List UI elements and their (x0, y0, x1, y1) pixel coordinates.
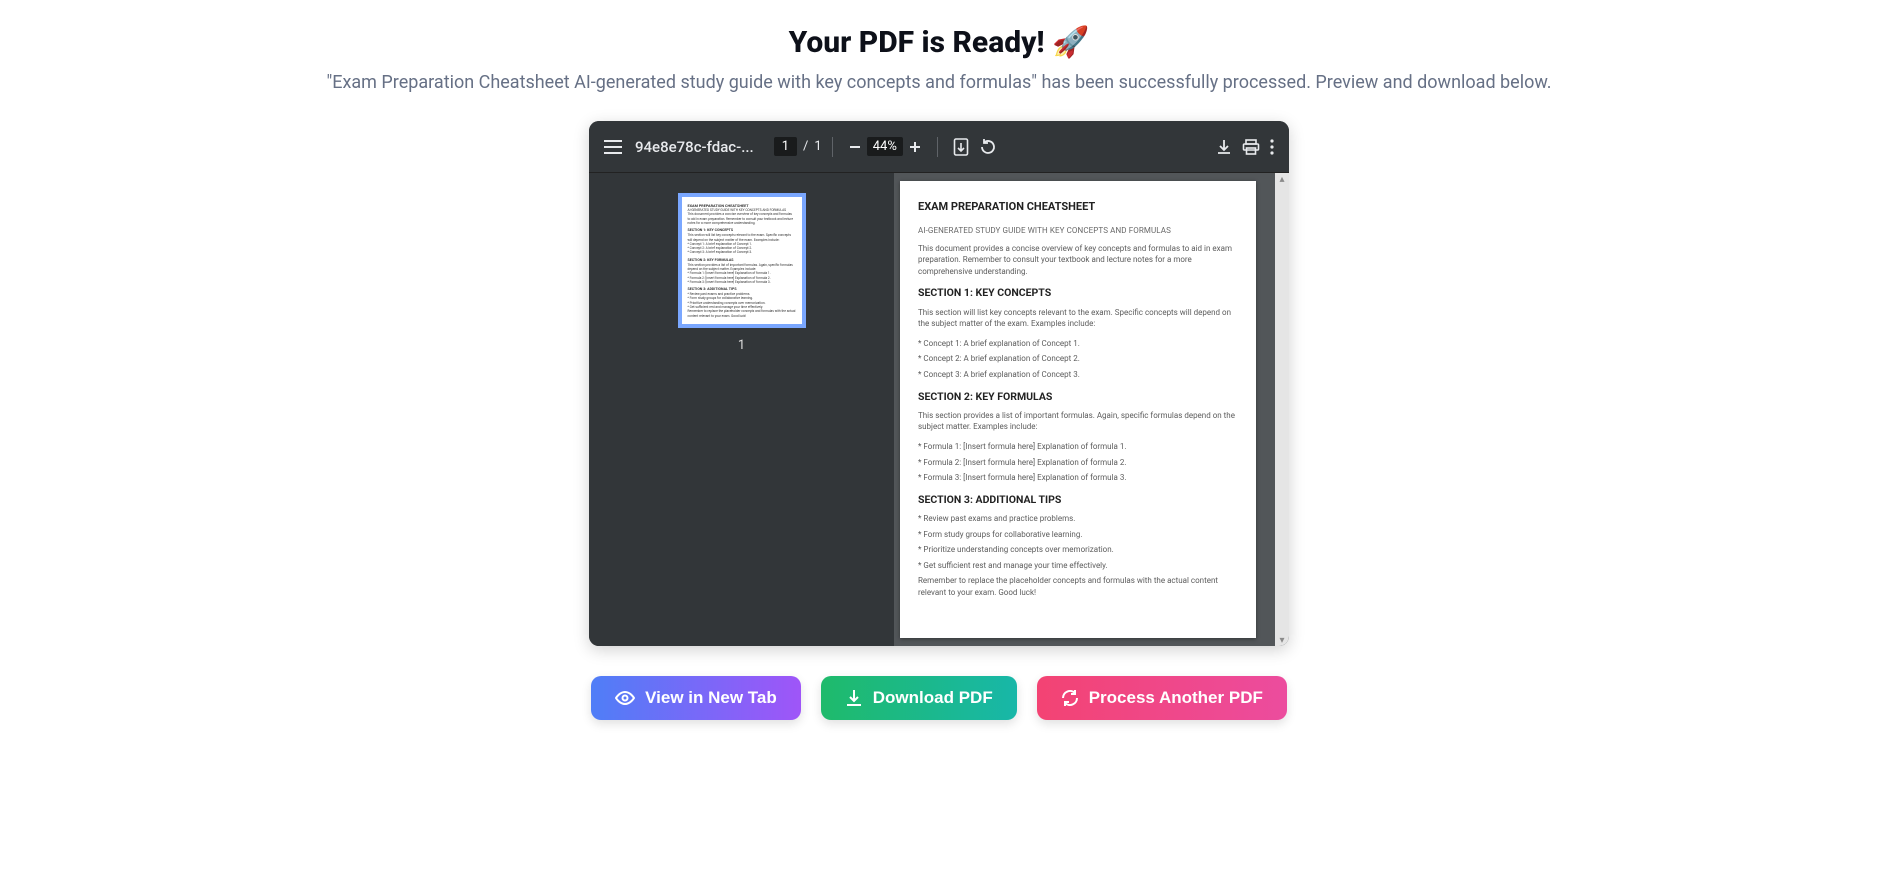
download-icon (845, 689, 863, 707)
toolbar-divider (937, 137, 938, 157)
page-subtitle: "Exam Preparation Cheatsheet AI-generate… (326, 72, 1551, 93)
fit-page-icon[interactable] (953, 138, 969, 156)
list-item: * Formula 2: [Insert formula here] Expla… (918, 457, 1238, 469)
page-title: Your PDF is Ready! 🚀 (789, 25, 1090, 60)
process-another-pdf-button[interactable]: Process Another PDF (1037, 676, 1287, 720)
print-icon[interactable] (1242, 139, 1260, 155)
scroll-down-icon[interactable]: ▾ (1277, 635, 1287, 645)
download-icon[interactable] (1216, 139, 1232, 155)
thumbnail-page-number: 1 (738, 338, 745, 353)
button-label: Process Another PDF (1089, 688, 1263, 708)
scrollbar[interactable]: ▴ ▾ (1275, 173, 1289, 646)
section-3-heading: SECTION 3: ADDITIONAL TIPS (918, 492, 1238, 507)
button-label: View in New Tab (645, 688, 777, 708)
eye-icon (615, 690, 635, 706)
doc-subtitle: AI-GENERATED STUDY GUIDE WITH KEY CONCEP… (918, 225, 1238, 237)
rotate-icon[interactable] (979, 138, 997, 156)
page-total: 1 (814, 139, 821, 154)
thumbnail-panel: EXAM PREPARATION CHEATSHEET AI-GENERATED… (589, 173, 894, 646)
list-item: * Review past exams and practice problem… (918, 513, 1238, 525)
list-item: * Form study groups for collaborative le… (918, 529, 1238, 541)
button-label: Download PDF (873, 688, 993, 708)
view-in-new-tab-button[interactable]: View in New Tab (591, 676, 801, 720)
menu-icon[interactable] (604, 140, 622, 154)
section-1-intro: This section will list key concepts rele… (918, 307, 1238, 330)
section-2-intro: This section provides a list of importan… (918, 410, 1238, 433)
section-1-heading: SECTION 1: KEY CONCEPTS (918, 285, 1238, 300)
zoom-level[interactable]: 44% (867, 137, 903, 156)
page-separator: / (803, 139, 808, 154)
refresh-icon (1061, 689, 1079, 707)
pdf-toolbar: 94e8e78c-fdac-... 1 / 1 44% (589, 121, 1289, 173)
toolbar-divider (832, 137, 833, 157)
pdf-filename: 94e8e78c-fdac-... (635, 138, 754, 156)
zoom-out-icon[interactable] (848, 140, 862, 154)
zoom-in-icon[interactable] (908, 140, 922, 154)
more-icon[interactable] (1270, 139, 1274, 155)
list-item: * Formula 3: [Insert formula here] Expla… (918, 472, 1238, 484)
list-item: * Concept 2: A brief explanation of Conc… (918, 353, 1238, 365)
list-item: * Formula 1: [Insert formula here] Expla… (918, 441, 1238, 453)
page-thumbnail[interactable]: EXAM PREPARATION CHEATSHEET AI-GENERATED… (678, 193, 806, 328)
list-item: * Prioritize understanding concepts over… (918, 544, 1238, 556)
doc-title: EXAM PREPARATION CHEATSHEET (918, 199, 1238, 215)
section-2-heading: SECTION 2: KEY FORMULAS (918, 389, 1238, 404)
list-item: * Get sufficient rest and manage your ti… (918, 560, 1238, 572)
scroll-up-icon[interactable]: ▴ (1277, 174, 1287, 184)
doc-outro: Remember to replace the placeholder conc… (918, 575, 1238, 598)
pdf-viewer: 94e8e78c-fdac-... 1 / 1 44% (589, 121, 1289, 646)
page-panel[interactable]: EXAM PREPARATION CHEATSHEET AI-GENERATED… (894, 173, 1289, 646)
download-pdf-button[interactable]: Download PDF (821, 676, 1017, 720)
list-item: * Concept 1: A brief explanation of Conc… (918, 338, 1238, 350)
page-current-input[interactable]: 1 (774, 137, 797, 156)
list-item: * Concept 3: A brief explanation of Conc… (918, 369, 1238, 381)
action-bar: View in New Tab Download PDF Process Ano… (591, 676, 1287, 720)
doc-intro: This document provides a concise overvie… (918, 243, 1238, 278)
pdf-page: EXAM PREPARATION CHEATSHEET AI-GENERATED… (900, 181, 1256, 638)
